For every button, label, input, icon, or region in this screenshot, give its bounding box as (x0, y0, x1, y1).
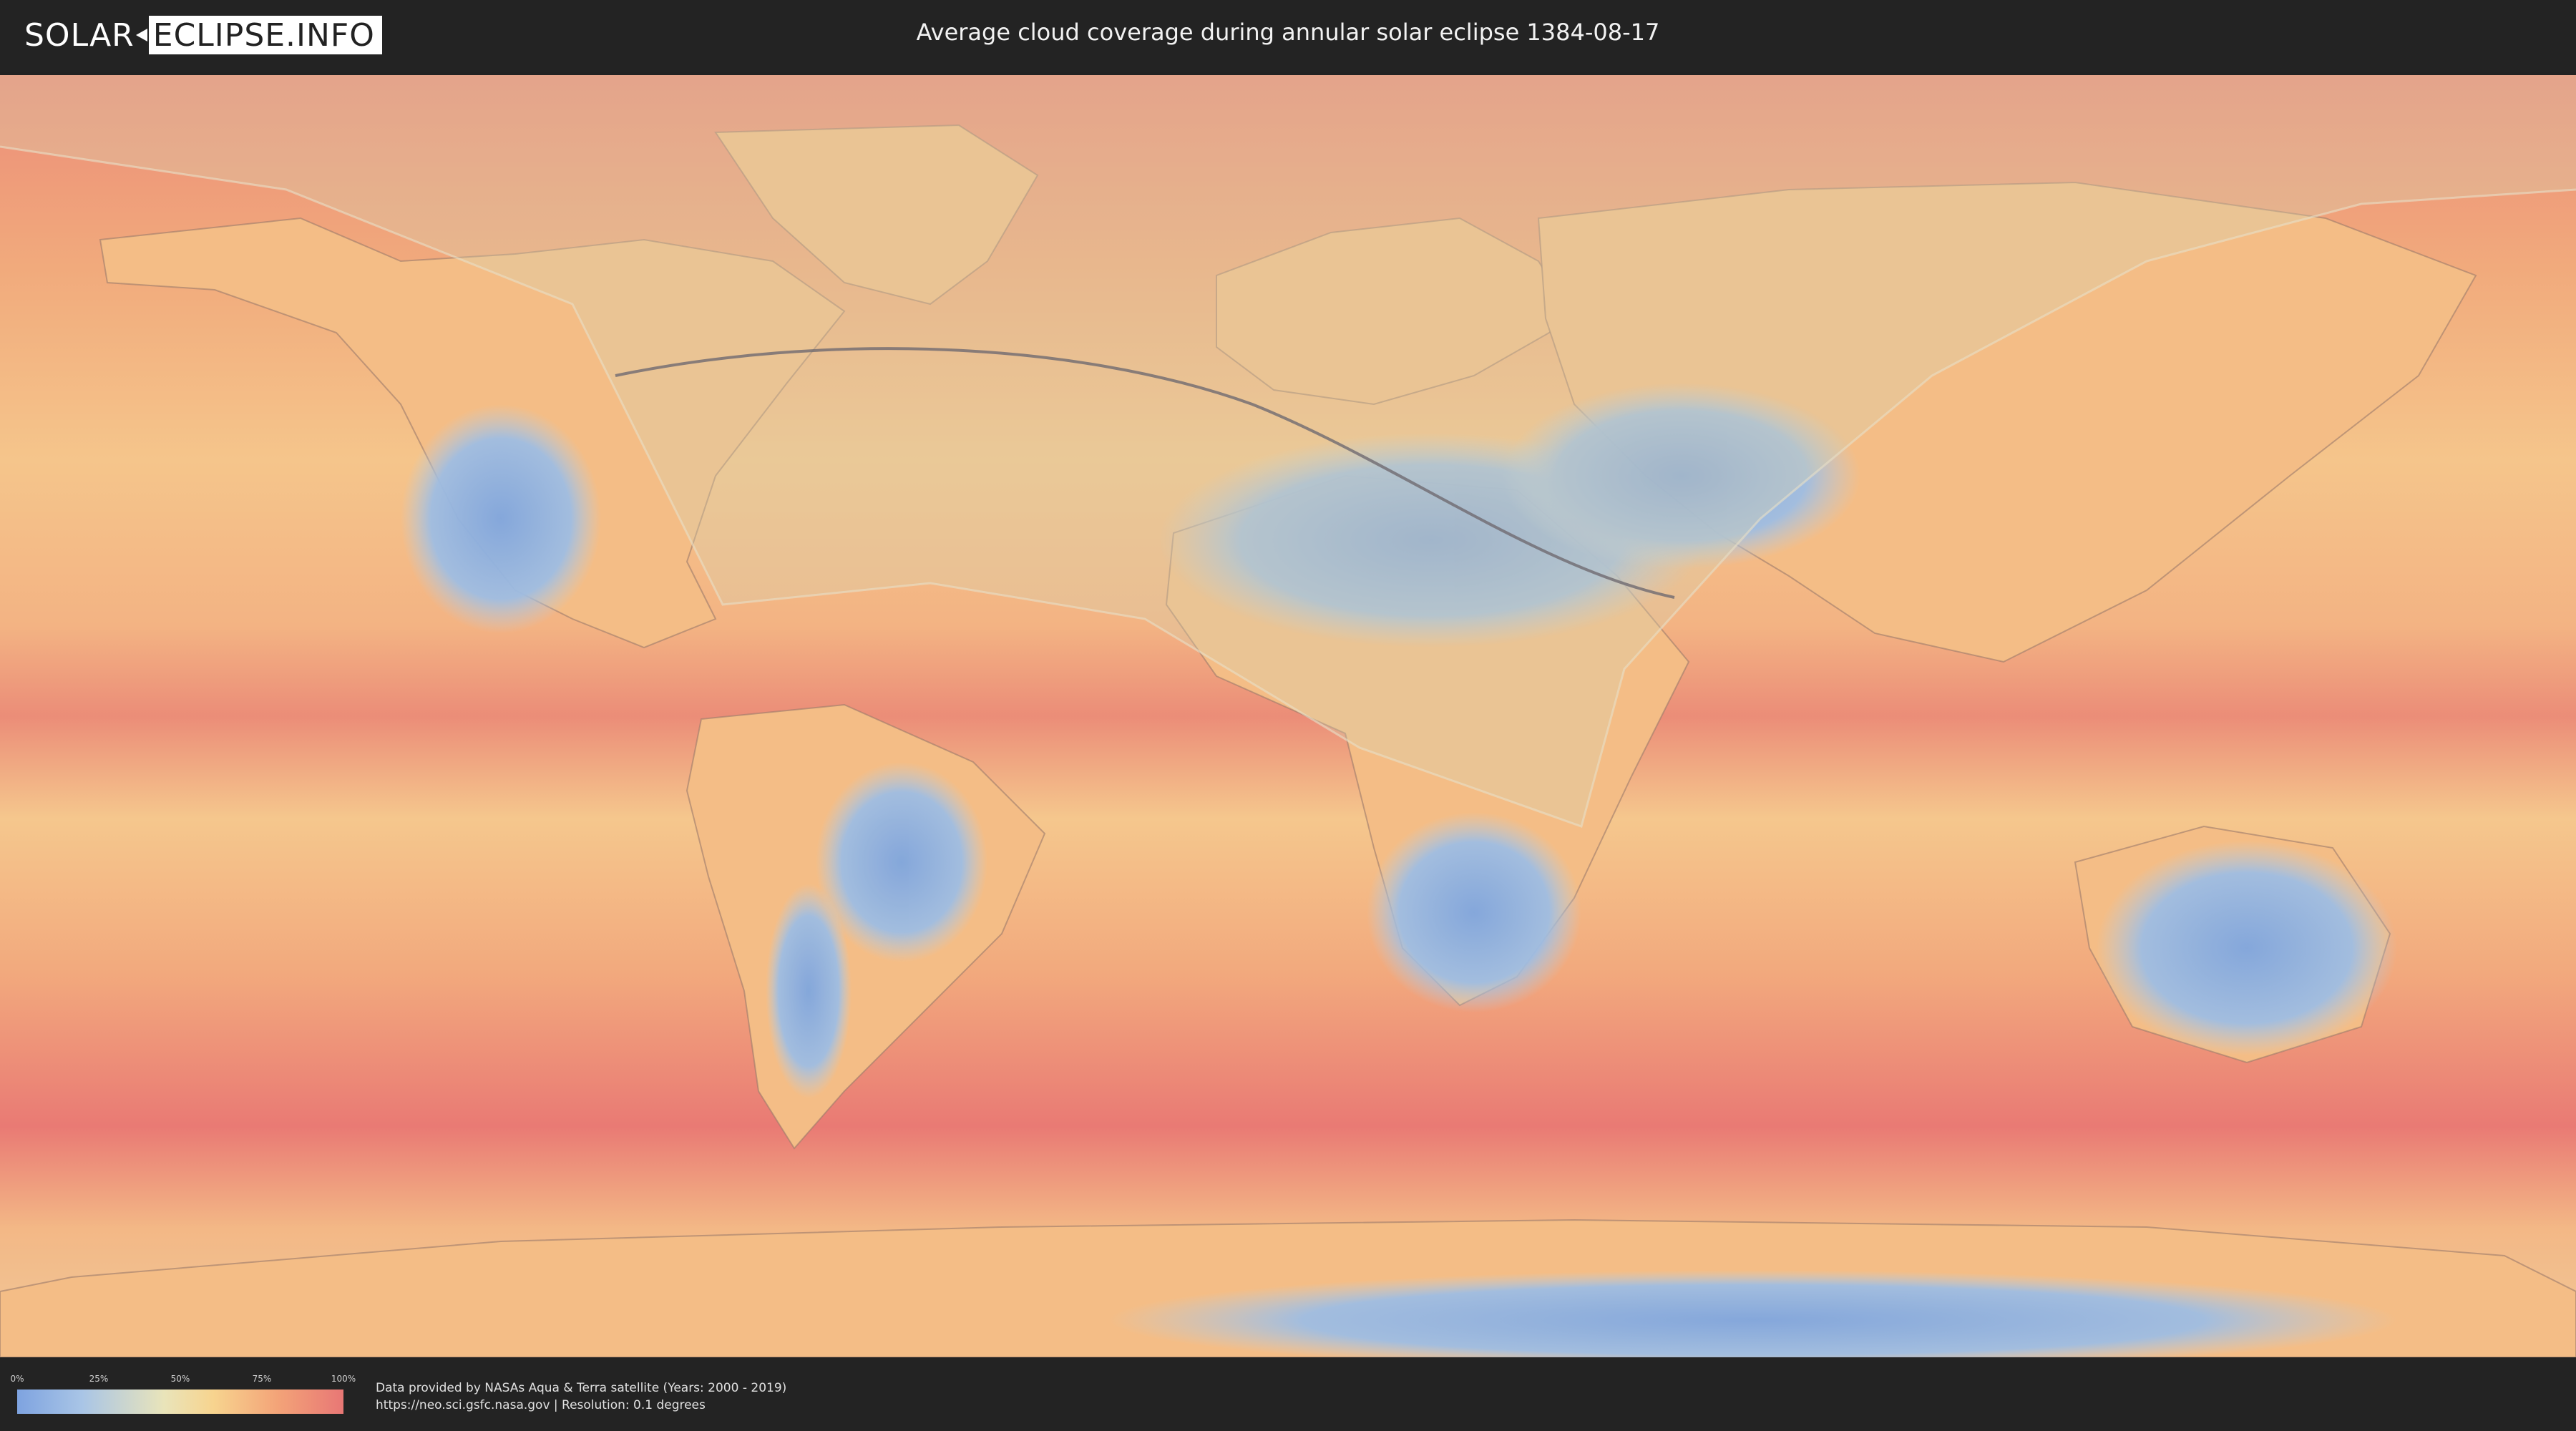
color-legend: 0% 25% 50% 75% 100% (10, 1374, 356, 1414)
cloud-coverage-map[interactable] (0, 75, 2576, 1357)
clear-southern-africa (1367, 812, 1581, 1012)
legend-tick: 0% (10, 1374, 24, 1384)
credit-line-2[interactable]: https://neo.sci.gsfc.nasa.gov | Resoluti… (376, 1397, 786, 1414)
footer-bar: 0% 25% 50% 75% 100% Data provided by NAS… (0, 1359, 2576, 1431)
legend-tick: 25% (89, 1374, 109, 1384)
legend-tick: 50% (170, 1374, 190, 1384)
clear-us-west (401, 404, 601, 633)
legend-tick: 100% (331, 1374, 356, 1384)
data-credits: Data provided by NASAs Aqua & Terra sate… (376, 1379, 786, 1414)
clear-andes (766, 884, 852, 1098)
page-title: Average cloud coverage during annular so… (916, 19, 1660, 46)
legend-ticks: 0% 25% 50% 75% 100% (10, 1374, 356, 1387)
world-map (0, 75, 2576, 1357)
credit-line-1: Data provided by NASAs Aqua & Terra sate… (376, 1381, 787, 1395)
header-bar: SOLAR ECLIPSE.INFO Average cloud coverag… (0, 0, 2576, 72)
legend-gradient-bar (17, 1390, 343, 1414)
legend-tick: 75% (252, 1374, 272, 1384)
clear-australia (2097, 841, 2397, 1055)
